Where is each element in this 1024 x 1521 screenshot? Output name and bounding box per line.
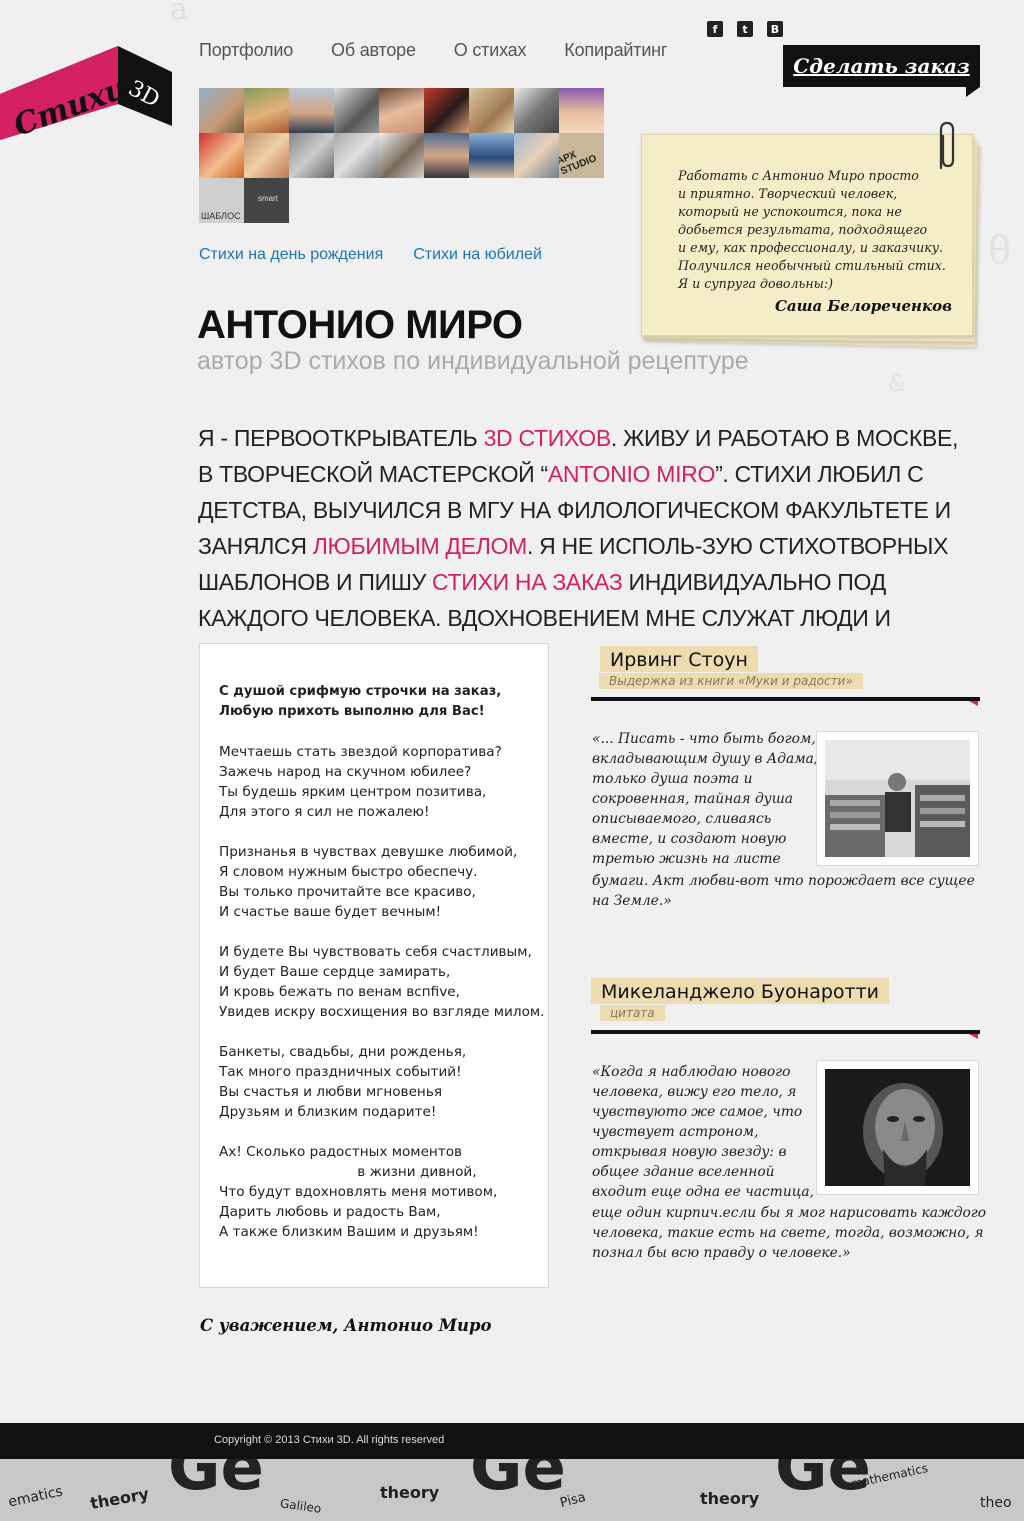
facebook-icon[interactable]: f	[707, 21, 723, 37]
link-favorite-work[interactable]: любимым делом	[313, 533, 527, 559]
testimonial-note: Работать с Антонио Миро просто и приятно…	[641, 134, 973, 336]
order-button-fold	[966, 87, 980, 97]
quote-text-continued: еще один кирпич.если бы я мог нарисовать…	[592, 1205, 987, 1261]
footer-decor-word: theory	[88, 1484, 151, 1513]
portfolio-thumb[interactable]	[514, 133, 559, 178]
michelangelo-portrait	[825, 1069, 970, 1186]
link-birthday-poems[interactable]: Стихи на день рождения	[199, 246, 383, 264]
portfolio-thumb[interactable]	[289, 88, 334, 133]
quote-source: Выдержка из книги «Муки и радости»	[599, 673, 863, 689]
portfolio-thumb-studio[interactable]: АРХ STUDIO	[559, 133, 604, 178]
footer-decor-word: Galileo	[279, 1496, 323, 1516]
portfolio-thumb-shablon[interactable]: ШАБЛОС	[199, 178, 244, 223]
portfolio-thumb[interactable]	[424, 133, 469, 178]
poem-heading-line: Любую прихоть выполню для Вас!	[219, 704, 485, 719]
poem-heading-line: С душой срифмую строчки на заказ,	[219, 684, 502, 699]
portfolio-thumb[interactable]	[559, 88, 604, 133]
portfolio-thumb[interactable]	[334, 133, 379, 178]
sub-links: Стихи на день рождения Стихи на юбилей	[199, 246, 542, 264]
testimonial-text: Работать с Антонио Миро просто и приятно…	[678, 168, 946, 291]
paperclip-icon	[939, 121, 955, 170]
twitter-icon[interactable]: t	[737, 21, 753, 37]
footer-decor-glyph: Ge	[168, 1459, 264, 1505]
poem-stanza: Банкеты, свадьбы, дни рожденья, Так мног…	[219, 1044, 467, 1120]
nav-about-poems[interactable]: О стихах	[454, 40, 527, 61]
link-3d-poems[interactable]: 3D стихов	[484, 425, 612, 451]
quote-divider-tip	[969, 1034, 978, 1039]
order-button[interactable]: Сделать заказ	[783, 45, 980, 87]
portfolio-thumb[interactable]	[334, 88, 379, 133]
poem-box: С душой срифмую строчки на заказ, Любую …	[199, 643, 549, 1288]
quote-text: «Когда я наблюдаю нового человека, вижу …	[592, 1064, 814, 1200]
quote-title-wrap: Микеланджело Буонаротти	[591, 978, 890, 1004]
quote-photo-frame	[816, 731, 979, 866]
quote-author-name: Микеланджело Буонаротти	[591, 978, 890, 1004]
quote-divider-tip	[969, 701, 978, 706]
background-glyph: θ	[988, 228, 1011, 272]
poem-stanza: Мечтаешь стать звездой корпоратива? Заже…	[219, 744, 502, 820]
intro-paragraph: Я - первооткрыватель 3D стихов. Живу и р…	[198, 420, 968, 672]
portfolio-thumb[interactable]	[379, 88, 424, 133]
portfolio-thumb[interactable]	[424, 88, 469, 133]
vkontakte-icon[interactable]: B	[767, 21, 783, 37]
nav-copywriting[interactable]: Копирайтинг	[564, 40, 667, 61]
site-logo[interactable]: Стихи 3D	[0, 44, 175, 144]
portfolio-thumb[interactable]	[244, 133, 289, 178]
signature: С уважением, Антонио Миро	[200, 1316, 492, 1335]
footer-decor-glyph: Ge	[470, 1459, 566, 1505]
quote-text-continued: бумаги. Акт любви-вот что порождает все …	[592, 873, 975, 909]
footer: Copyright © 2013 Стихи 3D. All rights re…	[0, 1423, 1024, 1459]
social-links: f t B	[707, 21, 783, 37]
footer-decor-word: ematics	[6, 1483, 65, 1511]
nav-about-author[interactable]: Об авторе	[331, 40, 416, 61]
portfolio-thumb[interactable]	[469, 88, 514, 133]
nav-portfolio[interactable]: Портфолио	[199, 40, 293, 61]
main-nav: Портфолио Об авторе О стихах Копирайтинг	[199, 40, 667, 61]
portfolio-thumb[interactable]	[379, 133, 424, 178]
link-antonio-miro[interactable]: Antonio Miro	[548, 461, 716, 487]
footer-decor-word: theory	[700, 1489, 760, 1508]
smart-label: smart	[258, 194, 278, 203]
portfolio-thumb[interactable]	[199, 88, 244, 133]
footer-decorative-band: Ge Ge Ge ematics theory Galileo theory P…	[0, 1459, 1024, 1521]
quote-divider	[591, 1030, 980, 1034]
quote-title-wrap: Ирвинг Стоун	[600, 646, 758, 672]
page-title: АНТОНИО МИРО	[197, 303, 523, 347]
copyright-text: Copyright © 2013 Стихи 3D. All rights re…	[214, 1434, 445, 1446]
page-subtitle: автор 3D стихов по индивидуальной рецепт…	[197, 347, 749, 375]
poem-stanza: Ах! Сколько радостных моментов в жизни д…	[219, 1144, 498, 1240]
quote-divider	[591, 697, 980, 701]
background-glyph: &	[888, 372, 908, 397]
portfolio-thumb[interactable]	[244, 88, 289, 133]
quote-text: «... Писать - что быть богом, вкладывающ…	[592, 731, 819, 867]
portfolio-thumb[interactable]	[289, 133, 334, 178]
background-glyph: a	[170, 0, 188, 27]
poem-stanza: И будете Вы чувствовать себя счастливым,…	[219, 944, 545, 1020]
quote-photo-frame	[816, 1060, 979, 1195]
portfolio-thumb[interactable]	[469, 133, 514, 178]
shablon-label: ШАБЛОС	[201, 211, 241, 221]
footer-decor-word: theory	[380, 1483, 440, 1502]
link-poems-to-order[interactable]: стихи на заказ	[432, 569, 623, 595]
link-jubilee-poems[interactable]: Стихи на юбилей	[413, 246, 542, 264]
portfolio-thumb[interactable]	[514, 88, 559, 133]
intro-text: Я - первооткрыватель	[198, 425, 484, 451]
quote-source: цитата	[600, 1005, 665, 1021]
studio-label: АРХ STUDIO	[559, 149, 599, 178]
portfolio-thumb-smart[interactable]: smart	[244, 178, 289, 223]
irving-stone-photo	[825, 740, 970, 857]
poem-stanza: Признанья в чувствах девушке любимой, Я …	[219, 844, 518, 920]
portfolio-thumb[interactable]	[199, 133, 244, 178]
quote-author-name: Ирвинг Стоун	[600, 646, 758, 672]
footer-decor-word: theo	[980, 1495, 1012, 1511]
testimonial-author: Саша Белореченков	[774, 297, 952, 315]
